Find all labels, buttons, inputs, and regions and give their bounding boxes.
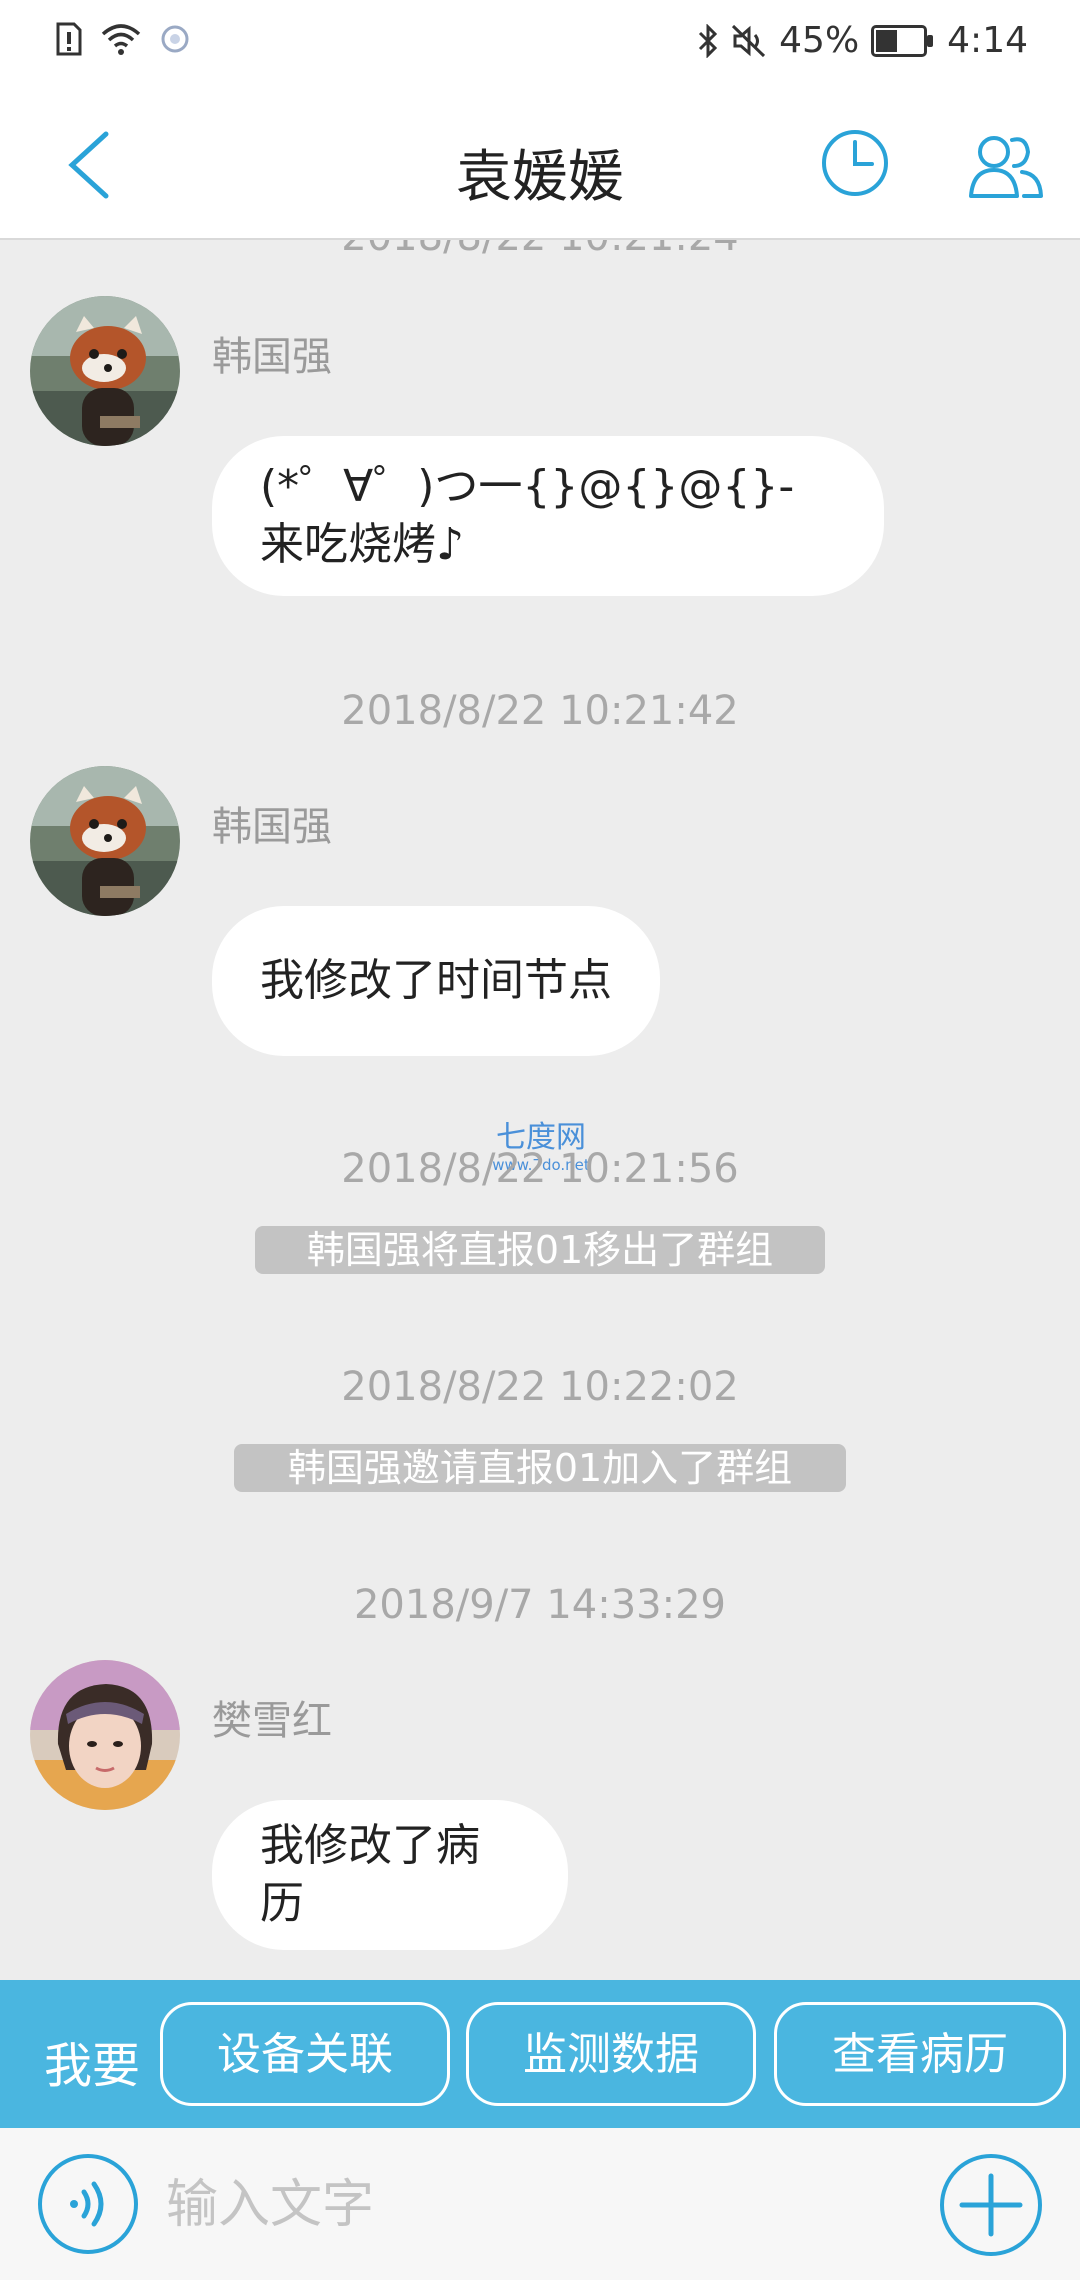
sender-name: 韩国强 <box>212 804 332 850</box>
battery-icon <box>871 24 934 57</box>
status-left-icons <box>56 22 190 56</box>
message-input-bar <box>0 2128 1080 2280</box>
message-timestamp: 2018/8/22 10:21:56 <box>341 1146 739 1192</box>
message-text: 我修改了时间节点 <box>260 955 612 1006</box>
sender-name: 樊雪红 <box>212 1698 332 1744</box>
monitoring-data-button[interactable]: 监测数据 <box>466 2002 756 2106</box>
message-text: (*゜∀゜)つ一{}@{}@{}- 来吃烧烤♪ <box>260 461 795 570</box>
battery-percent: 45% <box>779 20 860 61</box>
sender-name: 韩国强 <box>212 334 332 380</box>
voice-icon[interactable] <box>36 2152 140 2256</box>
sim-alert-icon <box>56 22 82 56</box>
message-timestamp: 2018/9/7 14:33:29 <box>353 1582 726 1628</box>
device-link-button[interactable]: 设备关联 <box>160 2002 450 2106</box>
quick-action-bar: 我要 设备关联 监测数据 查看病历 <box>0 1980 1080 2128</box>
avatar-red-panda[interactable] <box>30 296 180 446</box>
chat-header: 袁媛媛 <box>0 92 1080 240</box>
system-notice: 韩国强将直报01移出了群组 <box>255 1226 825 1274</box>
message-timestamp: 2018/8/22 10:21:24 <box>0 240 1080 260</box>
avatar-red-panda[interactable] <box>30 766 180 916</box>
chat-messages[interactable]: 2018/8/22 10:21:24 韩国强 (*゜∀゜)つ一{}@{}@{}-… <box>0 240 1080 1978</box>
message-bubble[interactable]: 我修改了时间节点 <box>212 906 660 1056</box>
users-icon[interactable] <box>968 130 1044 200</box>
notification-app-icon <box>161 25 189 53</box>
system-notice: 韩国强邀请直报01加入了群组 <box>234 1444 846 1492</box>
message-text: 我修改了病历 <box>260 1820 480 1929</box>
bluetooth-icon <box>699 23 718 58</box>
message-timestamp: 2018/8/22 10:21:42 <box>341 688 739 734</box>
quick-action-label: 我要 <box>44 2038 141 2094</box>
clock-time: 4:14 <box>947 20 1028 61</box>
wifi-icon <box>101 24 141 55</box>
mute-icon <box>732 24 766 57</box>
status-right-icons: 45% 4:14 <box>697 20 1028 61</box>
plus-icon[interactable] <box>938 2152 1044 2258</box>
message-bubble[interactable]: 我修改了病历 <box>212 1800 568 1950</box>
page-title: 袁媛媛 <box>456 145 624 210</box>
message-bubble[interactable]: (*゜∀゜)つ一{}@{}@{}- 来吃烧烤♪ <box>212 436 884 596</box>
status-bar: 45% 4:14 <box>0 0 1080 92</box>
avatar-girl[interactable] <box>30 1660 180 1810</box>
view-record-button[interactable]: 查看病历 <box>774 2002 1066 2106</box>
battery-level <box>876 29 898 52</box>
clock-icon[interactable] <box>820 128 890 198</box>
message-timestamp: 2018/8/22 10:22:02 <box>341 1364 739 1410</box>
message-input[interactable] <box>164 2164 908 2246</box>
